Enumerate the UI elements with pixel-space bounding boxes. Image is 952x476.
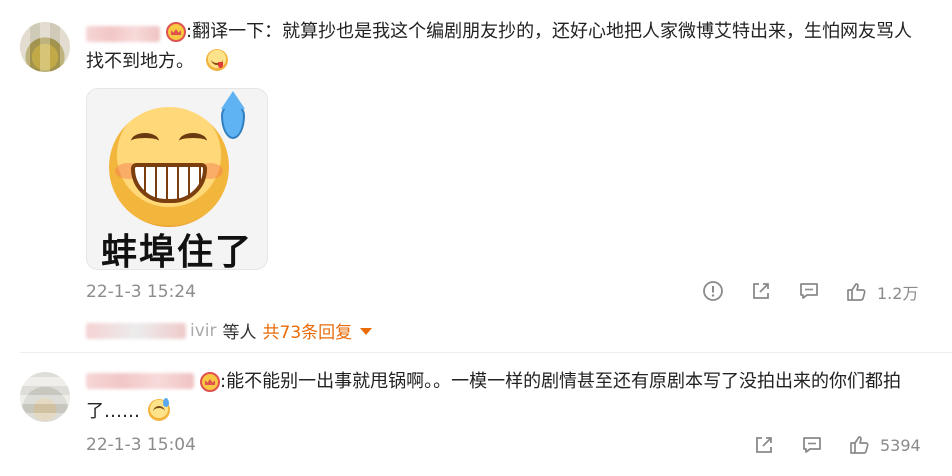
drool-emoji-icon (205, 49, 228, 71)
comment-text-line2: 找不到地方。 (86, 51, 194, 72)
like-button[interactable]: 5394 (848, 434, 921, 456)
avatar[interactable] (20, 372, 70, 422)
share-icon (756, 437, 772, 453)
chevron-down-icon[interactable] (360, 328, 373, 335)
comment-button[interactable] (801, 434, 823, 456)
sweat-drop-icon (221, 103, 245, 139)
comment-text: :能不能别一出事就甩锅啊。。一模一样的剧情甚至还有原剧本写了没拍出来的你们都拍 (220, 367, 930, 397)
thumbs-up-icon (847, 283, 866, 301)
comment-text-line2: 了…… (86, 401, 140, 422)
report-button[interactable] (702, 280, 724, 302)
comment-text-line1: :能不能别一出事就甩锅啊。。一模一样的剧情甚至还有原剧本写了没拍出来的你们都拍 (220, 371, 902, 392)
username-blurred[interactable] (86, 373, 194, 389)
comment-text: :翻译一下：就算抄也是我这个编剧朋友抄的，还好心地把人家微博艾特出来，生怕网友骂… (186, 17, 926, 47)
like-button[interactable]: 1.2万 (845, 280, 918, 304)
like-count: 1.2万 (877, 284, 919, 303)
reply-username-blurred (86, 322, 186, 339)
share-icon (753, 283, 769, 299)
crown-badge-icon (166, 22, 186, 42)
crown-badge-icon (200, 372, 220, 392)
replies-summary[interactable]: ivir 等人 共73条回复 (86, 318, 373, 343)
eye-left (131, 133, 159, 149)
comment-text-line1: :翻译一下：就算抄也是我这个编剧朋友抄的，还好心地把人家微博艾特出来，生怕网友骂… (186, 21, 913, 42)
eye-right (179, 133, 207, 149)
username-blurred[interactable] (86, 26, 160, 42)
sticker-caption: 蚌埠住了 (100, 232, 253, 270)
reply-name-partial: ivir (190, 320, 217, 341)
like-count: 5394 (880, 435, 921, 455)
sticker-image[interactable]: 蚌埠住了 (86, 88, 268, 270)
comment-icon (803, 437, 821, 453)
reply-suffix: 等人 (222, 323, 257, 343)
comment-text-cont: 找不到地方。 (86, 47, 228, 77)
comment-text-cont: 了…… (86, 397, 170, 427)
comment-timestamp: 22-1-3 15:24 (86, 282, 196, 302)
comment-icon (800, 283, 818, 299)
report-icon (703, 281, 723, 301)
share-button[interactable] (753, 434, 775, 456)
thumbs-up-icon (850, 436, 869, 454)
reply-count-link[interactable]: 共73条回复 (263, 318, 353, 343)
share-button[interactable] (750, 280, 772, 302)
grin-face-icon (109, 107, 229, 227)
comment-timestamp: 22-1-3 15:04 (86, 435, 196, 455)
mouth (131, 163, 207, 203)
sweat-emoji-icon (147, 398, 170, 421)
divider (20, 352, 952, 353)
comment-button[interactable] (798, 280, 820, 302)
avatar[interactable] (20, 22, 70, 72)
